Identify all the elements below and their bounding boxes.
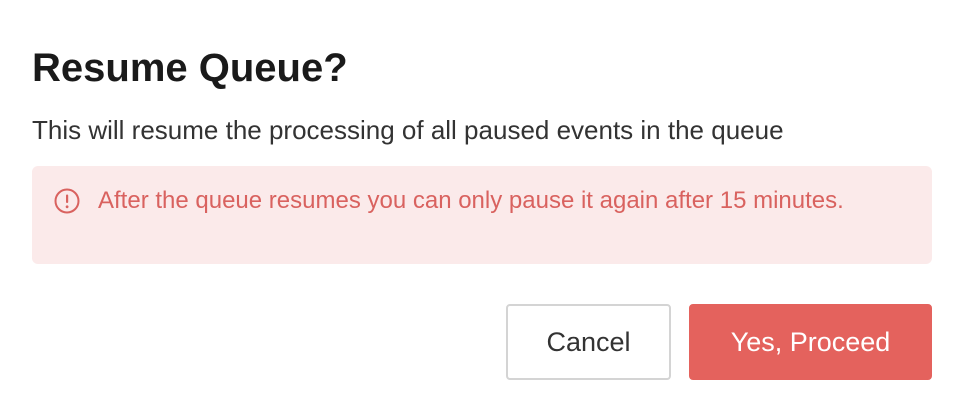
dialog-title: Resume Queue? xyxy=(32,46,348,90)
dialog-description: This will resume the processing of all p… xyxy=(32,115,784,145)
cancel-button[interactable]: Cancel xyxy=(506,304,671,380)
resume-queue-dialog: Resume Queue? This will resume the proce… xyxy=(0,0,972,414)
dialog-actions: Cancel Yes, Proceed xyxy=(506,304,932,380)
proceed-button[interactable]: Yes, Proceed xyxy=(689,304,932,380)
alert-message: After the queue resumes you can only pau… xyxy=(98,187,844,214)
warning-alert: After the queue resumes you can only pau… xyxy=(32,166,932,264)
exclamation-circle-icon xyxy=(54,188,80,214)
